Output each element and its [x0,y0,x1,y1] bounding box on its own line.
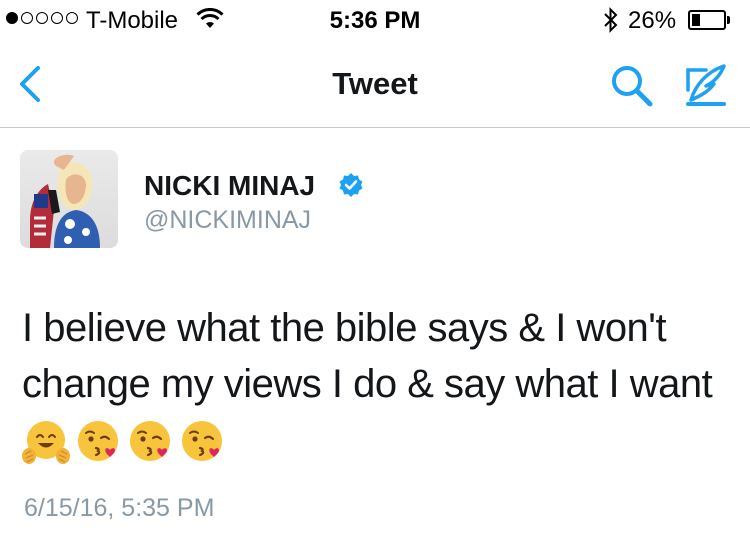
face-blowing-kiss-emoji [130,421,170,461]
search-icon [612,66,653,107]
avatar[interactable] [20,150,118,248]
battery-icon [688,10,726,30]
tweet-text: I believe what the bible says & I won't … [22,306,713,406]
status-bar: T-Mobile 5:36 PM 26% [0,0,750,40]
back-button[interactable] [14,60,48,108]
face-blowing-kiss-emoji [182,421,222,461]
bluetooth-icon [602,6,620,39]
hugging-face-emoji [22,421,70,464]
face-blowing-kiss-emoji [78,421,118,461]
navigation-bar: Tweet [0,40,750,128]
tweet-detail-screen: T-Mobile 5:36 PM 26% Tweet NICKI MINAJ @… [0,0,750,546]
tweet-emojis [22,418,226,466]
search-button[interactable] [608,62,656,110]
user-handle[interactable]: @NICKIMINAJ [144,206,311,235]
battery-tip [727,16,730,24]
tweet-timestamp[interactable]: 6/15/16, 5:35 PM [24,494,214,523]
battery-percentage: 26% [628,7,677,34]
chevron-left-icon [20,66,40,102]
battery-level [692,14,700,26]
display-name[interactable]: NICKI MINAJ [144,170,315,202]
compose-tweet-button[interactable] [680,60,730,108]
verified-badge-icon [338,172,364,198]
compose-tweet-icon [686,64,726,106]
